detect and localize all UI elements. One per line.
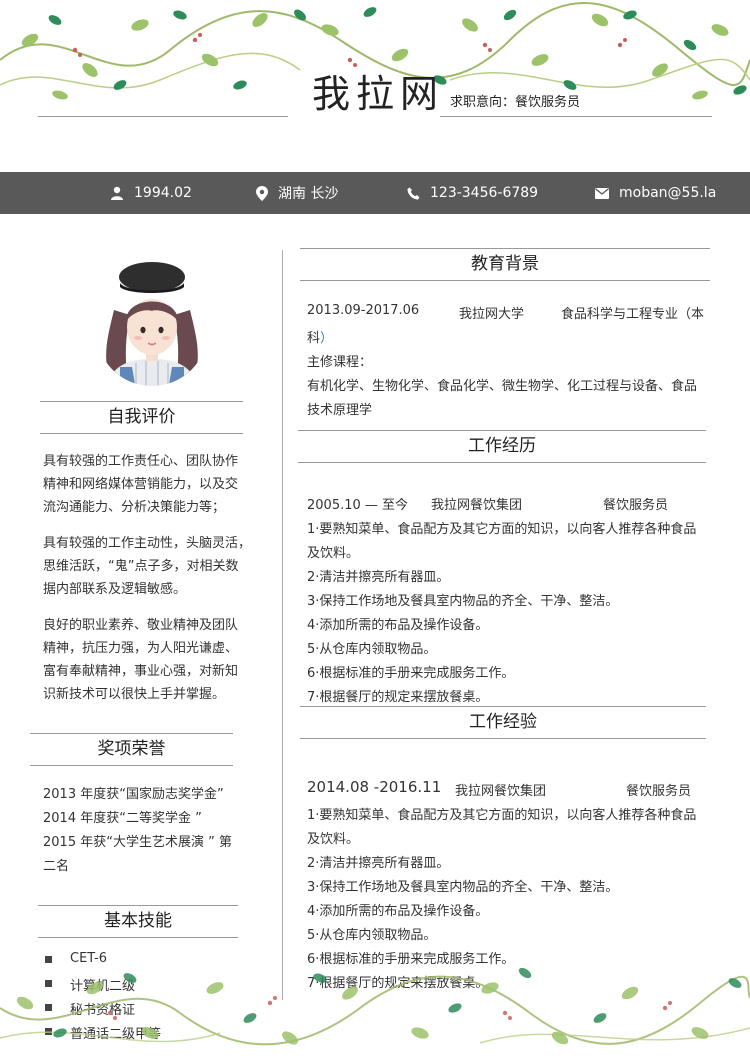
self-eval-paragraph-1: 具有较强的工作责任心、团队协作 精神和网络媒体营销能力，以及交 流沟通能力、分析… [43,450,251,519]
courses-label: 主修课程： [307,355,373,370]
award-line: 2013 年度获“国家励志奖学金” [43,787,224,802]
duty-line: 及饮料。 [307,832,360,847]
contact-info-bar: 1994.02 湖南 长沙 123-3456-6789 moban@55.la [0,172,750,214]
duty-line: 2·清洁并擦亮所有器皿。 [307,570,450,585]
duty-line: 5·从仓库内领取物品。 [307,928,437,943]
birth-date: 1994.02 [134,185,192,201]
text-line: 具有较强的工作主动性，头脑灵活， [43,536,252,551]
duty-line: 6·根据标准的手册来完成服务工作。 [307,666,515,681]
avatar [96,255,208,390]
education-date: 2013.09-2017.06 [307,303,420,318]
phone-info: 123-3456-6789 [407,172,538,214]
self-eval-paragraph-3: 良好的职业素养、敬业精神及团队 精神，抗压力强，为人阳光谦虚、 富有奉献精神，事… [43,614,251,706]
duty-line: 1·要熟知菜单、食品配方及其它方面的知识，以向客人推荐各种食品 [307,522,697,537]
education-major: 食品科学与工程专业（本 [561,307,705,322]
work-exp-company: 我拉网餐饮集团 [455,784,547,799]
awards-title: 奖项荣誉 [30,733,233,766]
duty-line: 3·保持工作场地及餐具室内物品的齐全、干净、整洁。 [307,594,619,609]
work-history-date: 2005.10 — 至今 [307,498,409,513]
candidate-name: 我拉网 [312,72,445,116]
courses-line: 有机化学、生物化学、食品化学、微生物学、化工过程与设备、食品 [307,379,698,394]
phone-number: 123-3456-6789 [430,185,539,201]
header-rule-left [38,116,288,117]
duty-line: 7·根据餐厅的规定来摆放餐桌。 [307,690,489,705]
work-exp-date: 2014.08 -2016.11 [307,778,442,796]
award-line: 2015 年获“大学生艺术展演 ” 第 [43,835,232,850]
text-line: 识新技术可以很快上手并掌握。 [43,687,226,702]
education-title: 教育背景 [300,248,710,281]
user-icon [111,186,123,200]
award-line: 2014 年度获“二等奖学金 ” [43,811,202,826]
duty-line: 及饮料。 [307,546,360,561]
header-rule-right [440,116,712,117]
education-school: 我拉网大学 [459,307,525,322]
text-line: 精神，抗压力强，为人阳光谦虚、 [43,641,239,656]
location-text: 湖南 长沙 [278,186,339,202]
skills-title: 基本技能 [38,905,238,938]
duty-line: 3·保持工作场地及餐具室内物品的齐全、干净、整洁。 [307,880,619,895]
text-line: 据内部联系及逻辑敏感。 [43,582,187,597]
bottom-floral-decoration [0,958,750,1058]
award-line: 二名 [43,859,70,874]
birth-info: 1994.02 [110,172,192,214]
email-info: moban@55.la [595,172,716,214]
courses-line: 技术原理学 [307,403,373,418]
location-pin-icon [256,185,268,201]
job-intent: 求职意向：餐饮服务员 [450,95,581,110]
work-experience-title: 工作经验 [300,706,706,739]
column-divider [282,250,283,1000]
work-exp-role: 餐饮服务员 [626,784,692,799]
duty-line: 4·添加所需的布品及操作设备。 [307,618,489,633]
work-history-role: 餐饮服务员 [603,498,669,513]
major-cont-text: 科 [307,331,321,346]
phone-icon [407,187,420,199]
education-major-cont: 科） [307,327,333,346]
location-info: 湖南 长沙 [256,172,338,214]
duty-line: 5·从仓库内领取物品。 [307,642,437,657]
text-line: 思维活跃，“鬼”点子多，对相关数 [43,559,239,574]
text-line: 富有奉献精神，事业心强，对新知 [43,664,239,679]
name-block: 我拉网 求职意向：餐饮服务员 [312,72,580,116]
duty-line: 4·添加所需的布品及操作设备。 [307,904,489,919]
mail-icon [595,187,609,199]
work-history-title: 工作经历 [298,430,706,463]
major-paren: ） [320,331,334,346]
self-eval-paragraph-2: 具有较强的工作主动性，头脑灵活， 思维活跃，“鬼”点子多，对相关数 据内部联系及… [43,532,251,601]
text-line: 精神和网络媒体营销能力，以及交 [43,477,239,492]
work-history-company: 我拉网餐饮集团 [431,498,523,513]
text-line: 具有较强的工作责任心、团队协作 [43,454,239,469]
duty-line: 1·要熟知菜单、食品配方及其它方面的知识，以向客人推荐各种食品 [307,808,697,823]
email-address: moban@55.la [619,185,717,201]
self-evaluation-title: 自我评价 [40,401,243,434]
text-line: 良好的职业素养、敬业精神及团队 [43,618,239,633]
duty-line: 2·清洁并擦亮所有器皿。 [307,856,450,871]
text-line: 流沟通能力、分析决策能力等； [43,500,226,515]
